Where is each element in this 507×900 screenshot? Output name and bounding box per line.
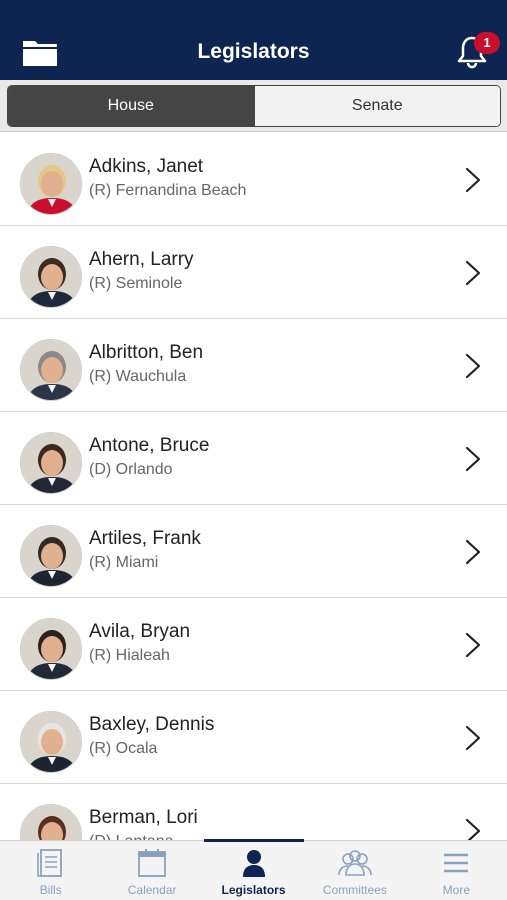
legislator-district: (D) Orlando bbox=[89, 461, 173, 478]
tab-label: Committees bbox=[322, 883, 387, 897]
chevron-right-icon bbox=[462, 632, 484, 658]
avatar bbox=[20, 246, 82, 308]
list-item[interactable]: Ahern, Larry (R) Seminole bbox=[0, 226, 507, 319]
segment-senate[interactable]: Senate bbox=[253, 86, 500, 126]
tab-calendar[interactable]: Calendar bbox=[101, 841, 202, 900]
chevron-right-icon bbox=[462, 167, 484, 193]
tab-label: More bbox=[442, 883, 470, 897]
list-item[interactable]: Berman, Lori (D) Lantana bbox=[0, 784, 507, 840]
legislator-name: Albritton, Ben bbox=[89, 342, 204, 363]
tab-bar: Bills Calendar Legislators Committees More bbox=[0, 840, 507, 900]
legislator-name: Adkins, Janet bbox=[89, 156, 204, 177]
list-item[interactable]: Adkins, Janet (R) Fernandina Beach bbox=[0, 133, 507, 226]
list-item[interactable]: Antone, Bruce (D) Orlando bbox=[0, 412, 507, 505]
tab-label: Calendar bbox=[127, 883, 177, 897]
tab-legislators[interactable]: Legislators bbox=[203, 841, 304, 900]
avatar bbox=[20, 804, 82, 840]
legislator-name: Artiles, Frank bbox=[89, 528, 201, 549]
avatar bbox=[20, 525, 82, 587]
legislator-name: Berman, Lori bbox=[89, 807, 198, 828]
active-tab-indicator bbox=[204, 839, 304, 842]
legislator-district: (D) Lantana bbox=[89, 833, 174, 840]
notification-badge: 1 bbox=[474, 32, 500, 54]
list-item[interactable]: Artiles, Frank (R) Miami bbox=[0, 505, 507, 598]
list-item[interactable]: Albritton, Ben (R) Wauchula bbox=[0, 319, 507, 412]
legislator-district: (R) Fernandina Beach bbox=[89, 182, 247, 199]
avatar bbox=[20, 339, 82, 401]
legislator-district: (R) Hialeah bbox=[89, 647, 170, 664]
chamber-selector-bar: House Senate bbox=[0, 80, 507, 132]
chevron-right-icon bbox=[462, 539, 484, 565]
avatar bbox=[20, 153, 82, 215]
legislator-list: Adkins, Janet (R) Fernandina Beach Ahern, … bbox=[0, 133, 507, 840]
legislator-district: (R) Seminole bbox=[89, 275, 183, 292]
tab-label: Legislators bbox=[221, 883, 286, 897]
chevron-right-icon bbox=[462, 353, 484, 379]
chevron-right-icon bbox=[462, 725, 484, 751]
legislator-district: (R) Miami bbox=[89, 554, 159, 571]
list-item[interactable]: Baxley, Dennis (R) Ocala bbox=[0, 691, 507, 784]
legislator-name: Antone, Bruce bbox=[89, 435, 210, 456]
avatar bbox=[20, 432, 82, 494]
chevron-right-icon bbox=[462, 260, 484, 286]
segment-house[interactable]: House bbox=[8, 86, 254, 126]
avatar bbox=[20, 711, 82, 773]
tab-label: Bills bbox=[39, 883, 62, 897]
tab-more[interactable]: More bbox=[406, 841, 507, 900]
tab-committees[interactable]: Committees bbox=[304, 841, 405, 900]
list-item[interactable]: Avila, Bryan (R) Hialeah bbox=[0, 598, 507, 691]
nav-header: Legislators 1 bbox=[0, 0, 507, 80]
legislator-district: (R) Ocala bbox=[89, 740, 158, 757]
legislator-name: Baxley, Dennis bbox=[89, 714, 215, 735]
legislator-name: Ahern, Larry bbox=[89, 249, 194, 270]
avatar bbox=[20, 618, 82, 680]
chamber-segmented-control: House Senate bbox=[7, 85, 501, 127]
legislator-district: (R) Wauchula bbox=[89, 368, 187, 385]
legislator-name: Avila, Bryan bbox=[89, 621, 191, 642]
chevron-right-icon bbox=[462, 818, 484, 840]
page-title: Legislators bbox=[197, 40, 310, 63]
tab-bills[interactable]: Bills bbox=[0, 841, 101, 900]
chevron-right-icon bbox=[462, 446, 484, 472]
